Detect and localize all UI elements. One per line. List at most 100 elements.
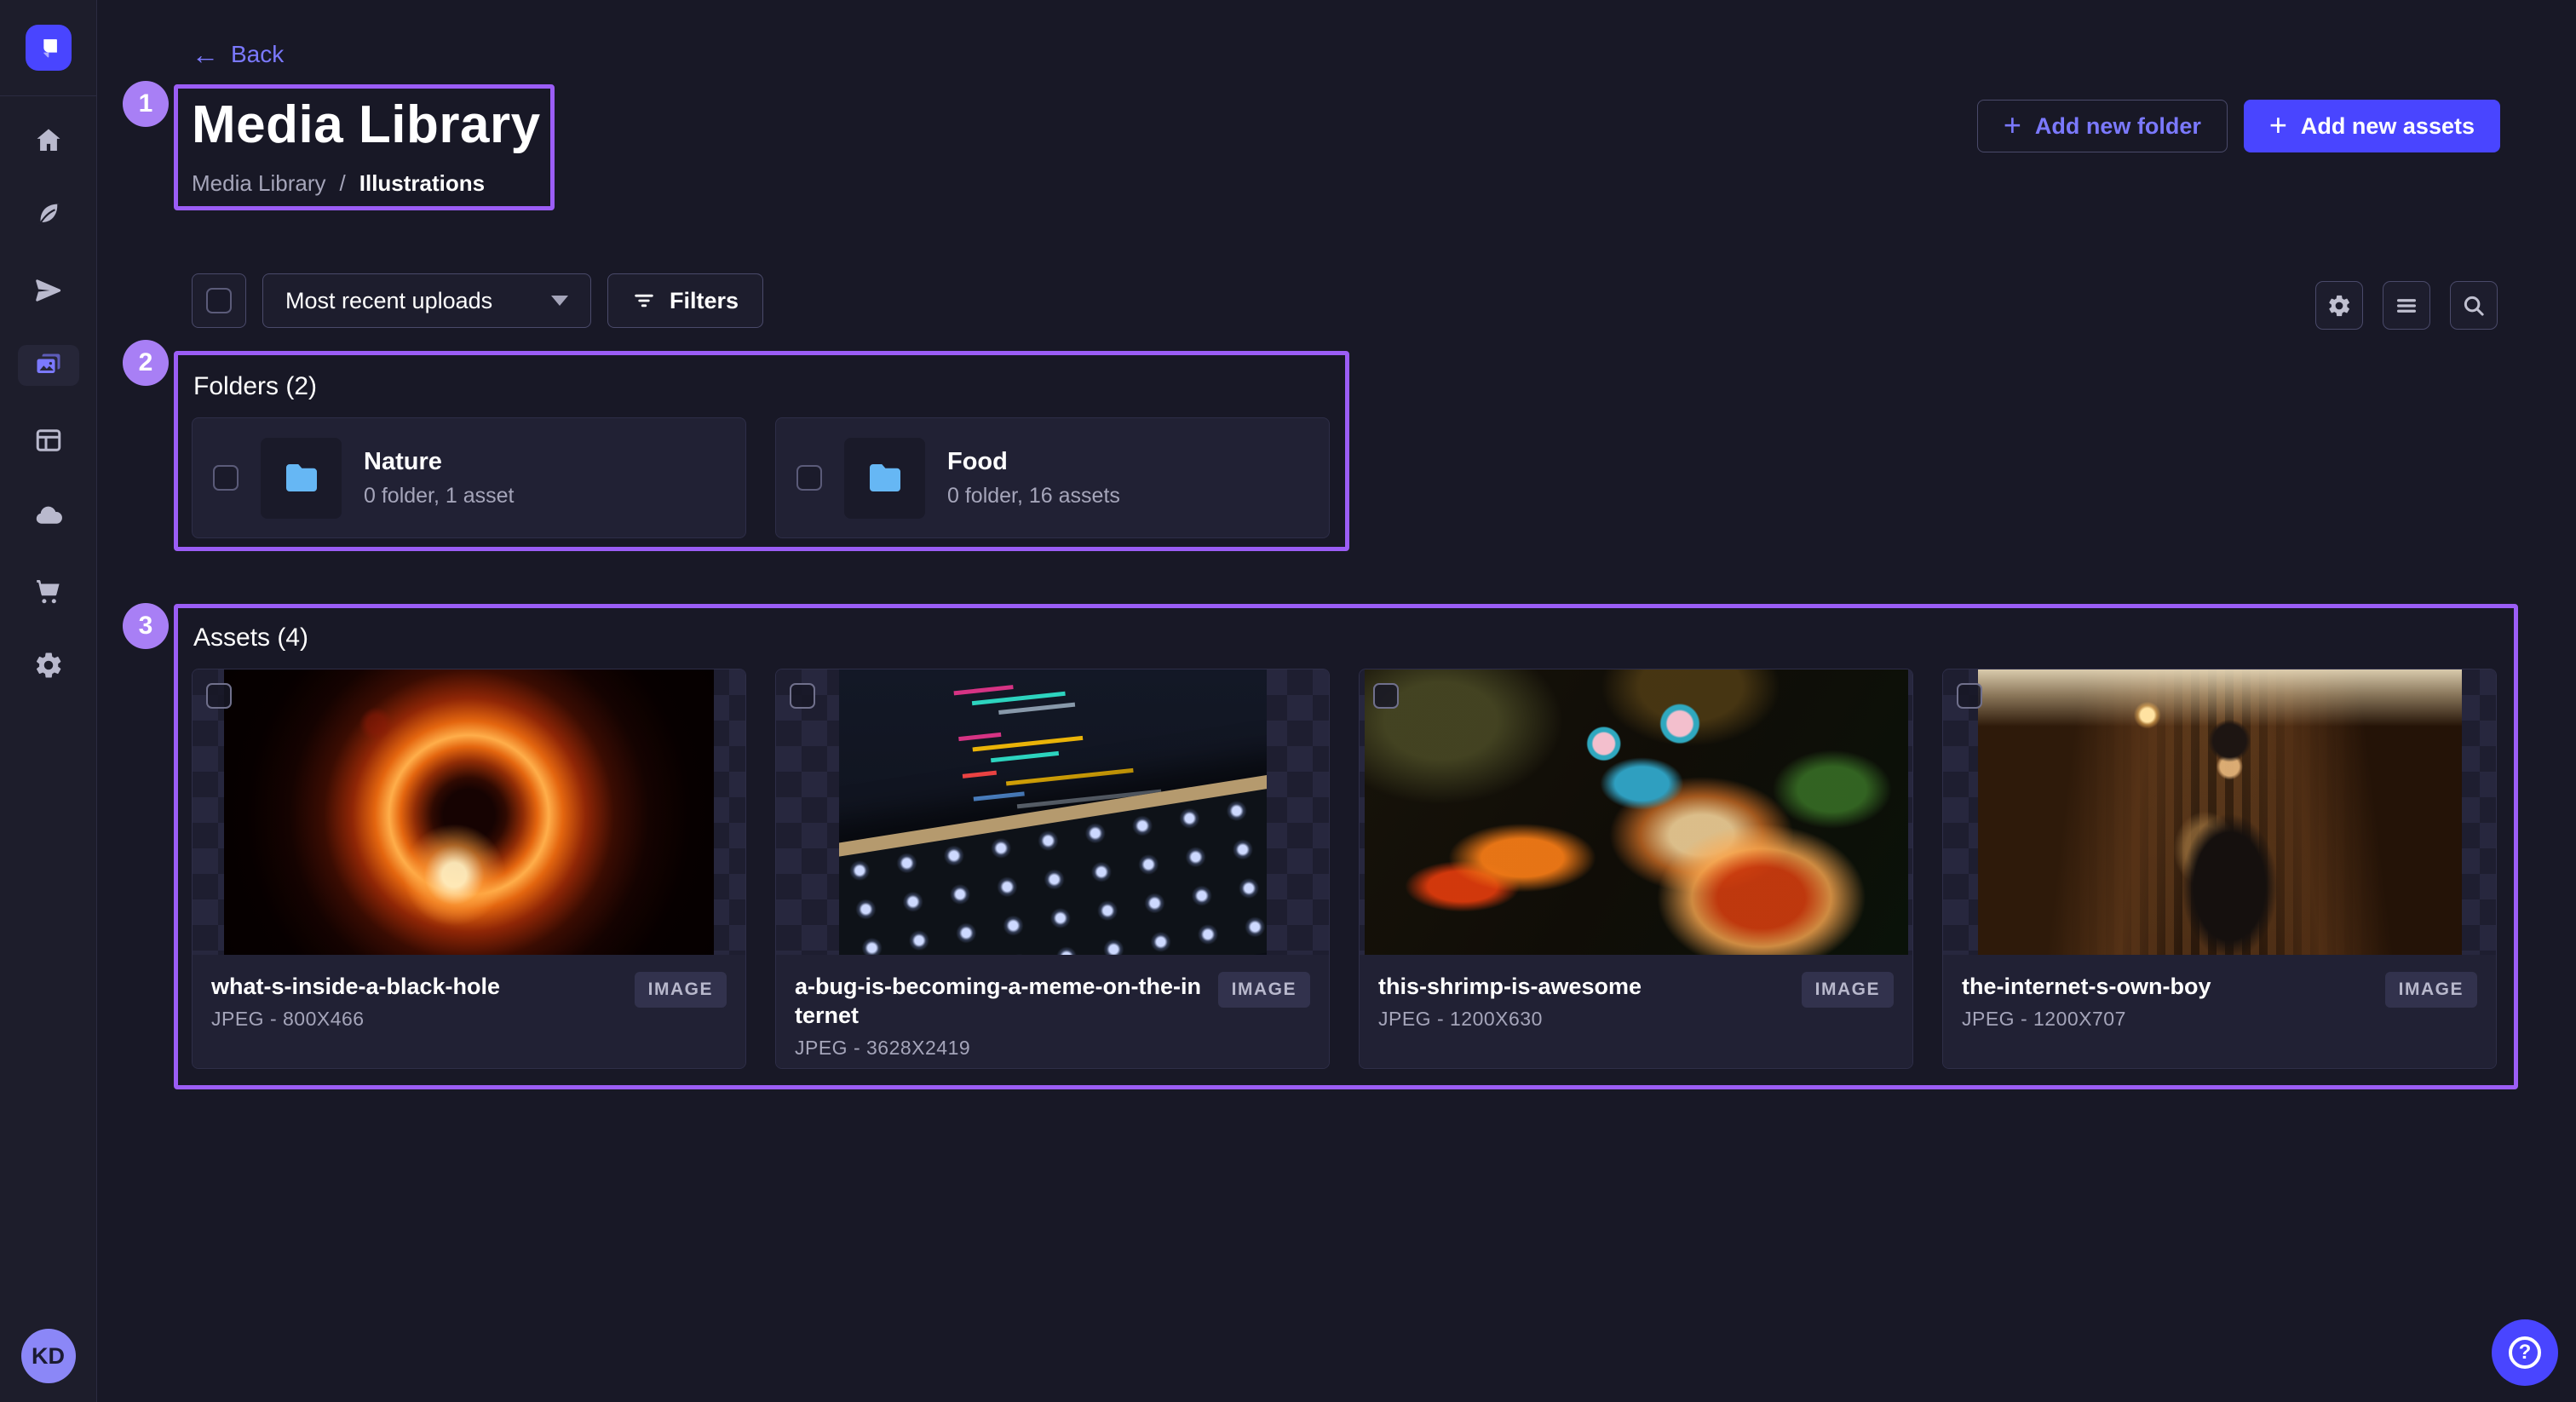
asset-type-badge: IMAGE xyxy=(1218,972,1310,1008)
strapi-logo-icon xyxy=(34,33,63,62)
user-avatar[interactable]: KD xyxy=(21,1329,76,1383)
folders-grid: Nature 0 folder, 1 asset Food 0 folder, … xyxy=(192,417,1330,538)
sidebar-item-releases[interactable] xyxy=(18,270,79,311)
select-all-checkbox[interactable] xyxy=(206,288,232,313)
add-folder-label: Add new folder xyxy=(2035,113,2201,140)
breadcrumb-separator: / xyxy=(340,170,346,197)
asset-texts: a-bug-is-becoming-a-meme-on-the-internet… xyxy=(795,972,1204,1060)
folder-icon xyxy=(281,457,322,498)
asset-card-shrimp[interactable]: this-shrimp-is-awesome JPEG - 1200X630 I… xyxy=(1359,669,1913,1069)
feather-icon xyxy=(33,200,64,231)
annotation-badge-2: 2 xyxy=(123,340,169,386)
back-arrow-icon: ← xyxy=(192,41,219,68)
asset-meta: JPEG - 1200X707 xyxy=(1962,1008,2211,1031)
media-library-page: KD ← Back Media Library Media Library / … xyxy=(0,0,2576,1402)
add-assets-label: Add new assets xyxy=(2301,113,2475,140)
sidebar-item-deployments[interactable] xyxy=(18,495,79,536)
asset-meta: JPEG - 800X466 xyxy=(211,1008,500,1031)
sidebar-item-home[interactable] xyxy=(18,120,79,161)
assets-grid: what-s-inside-a-black-hole JPEG - 800X46… xyxy=(192,669,2497,1069)
paper-plane-icon xyxy=(33,275,64,306)
list-view-button[interactable] xyxy=(2383,281,2430,330)
toolbar: Most recent uploads Filters xyxy=(192,273,763,328)
breadcrumb: Media Library / Illustrations xyxy=(192,170,541,197)
layout-icon xyxy=(33,425,64,456)
folder-texts: Nature 0 folder, 1 asset xyxy=(364,448,515,509)
asset-name: the-internet-s-own-boy xyxy=(1962,972,2211,1001)
breadcrumb-current: Illustrations xyxy=(359,170,485,197)
sort-value: Most recent uploads xyxy=(285,288,492,314)
folder-meta: 0 folder, 1 asset xyxy=(364,484,515,509)
folder-card-food[interactable]: Food 0 folder, 16 assets xyxy=(775,417,1330,538)
asset-meta: JPEG - 3628X2419 xyxy=(795,1037,1204,1060)
asset-checkbox[interactable] xyxy=(1373,683,1399,709)
asset-type-badge: IMAGE xyxy=(635,972,727,1008)
asset-card-black-hole[interactable]: what-s-inside-a-black-hole JPEG - 800X46… xyxy=(192,669,746,1069)
asset-preview xyxy=(776,669,1329,955)
asset-info: this-shrimp-is-awesome JPEG - 1200X630 I… xyxy=(1360,955,1912,1068)
asset-info: what-s-inside-a-black-hole JPEG - 800X46… xyxy=(193,955,745,1068)
folder-name: Food xyxy=(947,448,1120,476)
title-block: Media Library Media Library / Illustrati… xyxy=(192,95,541,197)
asset-info: the-internet-s-own-boy JPEG - 1200X707 I… xyxy=(1943,955,2496,1068)
asset-type-badge: IMAGE xyxy=(1802,972,1894,1008)
folder-meta: 0 folder, 16 assets xyxy=(947,484,1120,509)
folder-checkbox[interactable] xyxy=(213,465,239,491)
asset-checkbox[interactable] xyxy=(790,683,815,709)
folder-icon xyxy=(865,457,906,498)
filters-label: Filters xyxy=(670,288,739,314)
sidebar-item-marketplace[interactable] xyxy=(18,570,79,611)
asset-preview xyxy=(193,669,745,955)
search-button[interactable] xyxy=(2450,281,2498,330)
folder-thumbnail xyxy=(261,438,342,519)
sidebar-logo-area xyxy=(0,0,96,96)
breadcrumb-root[interactable]: Media Library xyxy=(192,170,326,197)
asset-image-shrimp xyxy=(1365,669,1908,955)
help-button[interactable]: ? xyxy=(2492,1319,2558,1386)
plus-icon: + xyxy=(2269,110,2287,141)
sidebar-item-content-type-builder[interactable] xyxy=(18,420,79,461)
asset-texts: what-s-inside-a-black-hole JPEG - 800X46… xyxy=(211,972,500,1031)
cloud-icon xyxy=(33,500,64,531)
folders-section-title: Folders (2) xyxy=(193,372,317,401)
asset-image-black-hole xyxy=(224,669,714,955)
annotation-badge-1: 1 xyxy=(123,81,169,127)
select-all-button[interactable] xyxy=(192,273,246,328)
folder-card-nature[interactable]: Nature 0 folder, 1 asset xyxy=(192,417,746,538)
header-actions: + Add new folder + Add new assets xyxy=(1977,100,2500,152)
asset-card-internets-own-boy[interactable]: the-internet-s-own-boy JPEG - 1200X707 I… xyxy=(1942,669,2497,1069)
gear-icon xyxy=(2326,293,2352,319)
asset-image-laptop-code xyxy=(839,669,1267,955)
filters-button[interactable]: Filters xyxy=(607,273,763,328)
sort-dropdown[interactable]: Most recent uploads xyxy=(262,273,591,328)
folder-checkbox[interactable] xyxy=(796,465,822,491)
asset-checkbox[interactable] xyxy=(206,683,232,709)
asset-image-library xyxy=(1978,669,2462,955)
asset-type-badge: IMAGE xyxy=(2385,972,2477,1008)
asset-card-bug-meme[interactable]: a-bug-is-becoming-a-meme-on-the-internet… xyxy=(775,669,1330,1069)
page-title: Media Library xyxy=(192,95,541,155)
asset-info: a-bug-is-becoming-a-meme-on-the-internet… xyxy=(776,955,1329,1069)
app-logo[interactable] xyxy=(26,25,72,71)
folder-thumbnail xyxy=(844,438,925,519)
asset-texts: the-internet-s-own-boy JPEG - 1200X707 xyxy=(1962,972,2211,1031)
home-icon xyxy=(33,125,64,156)
sidebar-item-media-library[interactable] xyxy=(18,345,79,386)
question-circle-icon: ? xyxy=(2509,1336,2541,1369)
grid-settings-button[interactable] xyxy=(2315,281,2363,330)
list-icon xyxy=(2394,293,2419,319)
folder-texts: Food 0 folder, 16 assets xyxy=(947,448,1120,509)
images-icon xyxy=(33,350,64,381)
view-controls xyxy=(2315,281,2498,330)
sidebar-item-content-manager[interactable] xyxy=(18,195,79,236)
filter-icon xyxy=(632,289,656,313)
annotation-badge-3: 3 xyxy=(123,603,169,649)
chevron-down-icon xyxy=(551,296,568,306)
sidebar-item-settings[interactable] xyxy=(18,645,79,686)
back-link[interactable]: ← Back xyxy=(192,41,284,68)
add-new-folder-button[interactable]: + Add new folder xyxy=(1977,100,2228,152)
add-new-assets-button[interactable]: + Add new assets xyxy=(2244,100,2500,152)
asset-checkbox[interactable] xyxy=(1957,683,1982,709)
asset-name: this-shrimp-is-awesome xyxy=(1378,972,1642,1001)
asset-preview xyxy=(1360,669,1912,955)
